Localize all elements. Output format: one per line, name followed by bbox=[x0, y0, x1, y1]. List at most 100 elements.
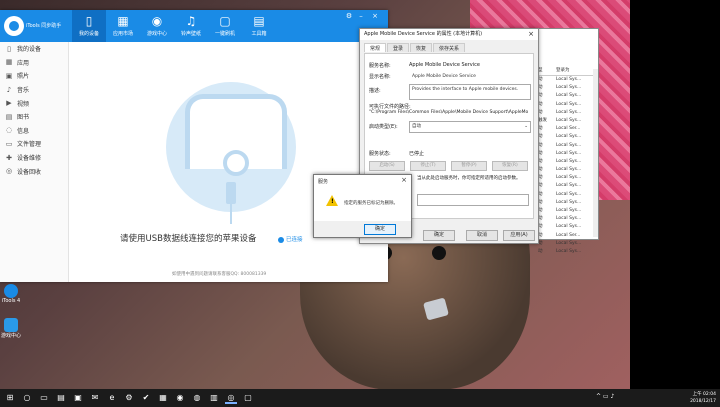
nav-label: 一键刷机 bbox=[214, 31, 235, 37]
table-row[interactable]: 动 Local Sys... bbox=[538, 166, 598, 174]
table-row[interactable]: 动 Local Sys... bbox=[538, 76, 598, 84]
table-row[interactable]: 触发 Local Sys... bbox=[538, 117, 598, 125]
column-header[interactable]: 型 bbox=[538, 67, 556, 75]
close-icon[interactable]: × bbox=[528, 29, 534, 40]
photos-icon[interactable]: ▦ bbox=[157, 392, 169, 404]
table-cell: 触发 bbox=[538, 117, 547, 123]
table-row[interactable]: 动 Local Sys... bbox=[538, 223, 598, 231]
description-field[interactable]: Provides the interface to Apple mobile d… bbox=[409, 84, 531, 100]
nav-ringtones[interactable]: ♫ 铃声壁纸 bbox=[174, 10, 208, 42]
table-cell: 动 bbox=[538, 216, 543, 222]
settings-icon[interactable]: ⚙ bbox=[344, 12, 354, 20]
start-button[interactable]: 启动(S) bbox=[369, 161, 405, 171]
start-params-field[interactable] bbox=[417, 194, 529, 206]
usb-cable-icon bbox=[226, 182, 236, 204]
minimize-icon[interactable]: – bbox=[356, 12, 366, 20]
nav-game-center[interactable]: ◉ 游戏中心 bbox=[140, 10, 174, 42]
tab-recovery[interactable]: 恢复 bbox=[410, 43, 433, 52]
mail-icon[interactable]: ✉ bbox=[89, 392, 101, 404]
explorer-icon[interactable]: ▤ bbox=[55, 392, 67, 404]
table-row[interactable]: 动 Local Sys... bbox=[538, 158, 598, 166]
table-cell: 动 bbox=[538, 183, 543, 189]
chrome-icon[interactable]: ◉ bbox=[174, 392, 186, 404]
table-row[interactable]: 动 Local Sys... bbox=[538, 191, 598, 199]
settings-icon[interactable]: ⚙ bbox=[123, 392, 135, 404]
table-cell: 动 bbox=[538, 150, 543, 156]
table-row[interactable]: 动 Local Sys... bbox=[538, 109, 598, 117]
table-row[interactable]: 动 Local Sys... bbox=[538, 84, 598, 92]
close-icon[interactable]: × bbox=[401, 176, 407, 184]
calc-icon[interactable]: ▥ bbox=[208, 392, 220, 404]
sidebar-item-music[interactable]: ♪ 音乐 bbox=[0, 83, 68, 97]
usb-cable-wire bbox=[230, 204, 232, 224]
table-cell: 动 bbox=[538, 167, 543, 173]
pause-button[interactable]: 暂停(P) bbox=[451, 161, 487, 171]
app-icon[interactable]: ▢ bbox=[242, 392, 254, 404]
taskbar-clock[interactable]: 上午 02:04 2018/12/17 bbox=[690, 391, 716, 405]
ok-button[interactable]: 确定 bbox=[423, 230, 455, 241]
sidebar-item-messages[interactable]: ◌ 信息 bbox=[0, 124, 68, 138]
nav-toolbox[interactable]: ▤ 工具箱 bbox=[242, 10, 276, 42]
desktop-icon-itools[interactable]: iTools 4 bbox=[0, 284, 22, 304]
table-row[interactable]: 动 Local Sys... bbox=[538, 182, 598, 190]
table-row[interactable]: 动 Local Sys... bbox=[538, 199, 598, 207]
sidebar-item-photos[interactable]: ▣ 照片 bbox=[0, 69, 68, 83]
nav-flash[interactable]: ▢ 一键刷机 bbox=[208, 10, 242, 42]
cancel-button[interactable]: 取消 bbox=[466, 230, 498, 241]
itools-icon[interactable]: ◎ bbox=[225, 392, 237, 404]
nav-app-market[interactable]: ▦ 应用市场 bbox=[106, 10, 140, 42]
sidebar-item-video[interactable]: ▶ 视频 bbox=[0, 96, 68, 110]
360-icon[interactable]: ◍ bbox=[191, 392, 203, 404]
search-icon[interactable]: ○ bbox=[21, 392, 33, 404]
table-row[interactable]: 动 Local Sys... bbox=[538, 101, 598, 109]
sidebar-item-label: 应用 bbox=[17, 59, 30, 67]
book-icon: ▤ bbox=[5, 112, 13, 121]
table-row[interactable]: 动 Local Sys... bbox=[538, 142, 598, 150]
close-icon[interactable]: × bbox=[370, 12, 380, 20]
sidebar-item-repair[interactable]: ✚ 设备维修 bbox=[0, 151, 68, 165]
system-tray[interactable]: ^ ▭ ♪ bbox=[596, 393, 614, 400]
sidebar-item-my-device[interactable]: ▯ 我的设备 bbox=[0, 42, 68, 56]
edge-icon[interactable]: e bbox=[106, 392, 118, 404]
store-icon[interactable]: ▣ bbox=[72, 392, 84, 404]
itools-sidebar: ▯ 我的设备 ▦ 应用 ▣ 照片 ♪ 音乐 ▶ 视频 ▤ 图书 ◌ 信息 ▭ 文件管理 ✚ 设备维… bbox=[0, 42, 69, 282]
sidebar-item-books[interactable]: ▤ 图书 bbox=[0, 110, 68, 124]
table-row[interactable]: 动 Local Sys... bbox=[538, 150, 598, 158]
tab-dependencies[interactable]: 依存关系 bbox=[433, 43, 466, 52]
table-row[interactable]: 动 Local Sys... bbox=[538, 174, 598, 182]
table-row[interactable]: 动 Local Sys... bbox=[538, 240, 598, 248]
sidebar-item-files[interactable]: ▭ 文件管理 bbox=[0, 137, 68, 151]
check-icon[interactable]: ✔ bbox=[140, 392, 152, 404]
windows-icon[interactable]: ⊞ bbox=[4, 392, 16, 404]
taskview-icon[interactable]: ▭ bbox=[38, 392, 50, 404]
taskbar: ⊞ ○ ▭ ▤ ▣ ✉ e ⚙ ✔ ▦ ◉ ◍ ▥ ◎ ▢ ^ ▭ ♪ 上午 02:04 2018/12/1… bbox=[0, 389, 720, 407]
table-row[interactable]: 动 Local Sys... bbox=[538, 207, 598, 215]
table-cell: Local Sys... bbox=[556, 199, 582, 205]
apply-button[interactable]: 应用(A) bbox=[503, 230, 535, 241]
connected-hint[interactable]: 已连接 bbox=[278, 235, 303, 243]
table-row[interactable]: 动 Local Sys... bbox=[538, 133, 598, 141]
startup-type-select[interactable]: 自动 ⌄ bbox=[409, 121, 531, 133]
table-cell: 动 bbox=[538, 224, 543, 230]
display-name-field[interactable]: Apple Mobile Device Service bbox=[409, 71, 531, 83]
table-row[interactable]: 动 Local Ser... bbox=[538, 232, 598, 240]
column-header[interactable]: 登录为 bbox=[556, 67, 592, 75]
table-cell: 动 bbox=[538, 199, 543, 205]
table-cell: Local Sys... bbox=[556, 93, 582, 99]
table-cell: 动 bbox=[538, 85, 543, 91]
nav-my-device[interactable]: ▯ 我的设备 bbox=[72, 10, 106, 42]
sidebar-item-label: 图书 bbox=[17, 114, 30, 122]
resume-button[interactable]: 恢复(R) bbox=[492, 161, 528, 171]
stop-button[interactable]: 停止(T) bbox=[410, 161, 446, 171]
sidebar-item-apps[interactable]: ▦ 应用 bbox=[0, 56, 68, 70]
table-row[interactable]: 动 Local Sys... bbox=[538, 92, 598, 100]
table-row[interactable]: 动 Local Sys... bbox=[538, 215, 598, 223]
alert-ok-button[interactable]: 确定 bbox=[364, 224, 396, 235]
tab-general[interactable]: 常规 bbox=[364, 43, 387, 52]
scrollbar[interactable] bbox=[593, 69, 598, 237]
desktop-icon-game-center[interactable]: 游戏中心 bbox=[0, 318, 22, 339]
table-row[interactable]: 动 Local Ser... bbox=[538, 125, 598, 133]
sidebar-item-recycle[interactable]: ◎ 设备回收 bbox=[0, 164, 68, 178]
tab-login[interactable]: 登录 bbox=[387, 43, 410, 52]
table-row[interactable]: 动 Local Sys... bbox=[538, 248, 598, 256]
